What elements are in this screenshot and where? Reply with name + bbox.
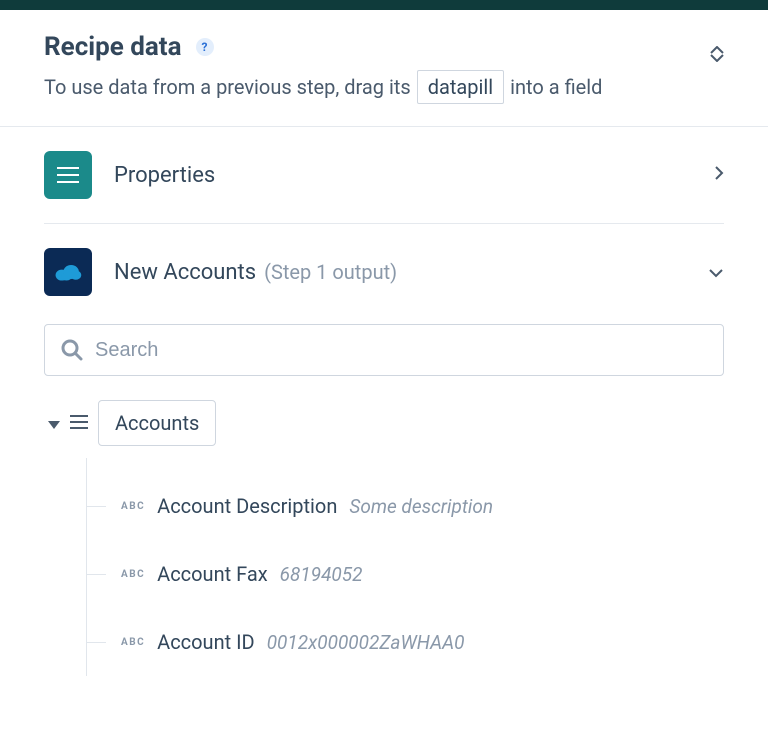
field-value: Some description xyxy=(349,495,493,518)
field-name: Account Description xyxy=(157,494,337,518)
properties-row[interactable]: Properties xyxy=(44,127,724,224)
salesforce-icon xyxy=(44,248,92,296)
tree-caret[interactable] xyxy=(48,414,60,433)
tree-item[interactable]: ABC Account ID 0012x000002ZaWHAA0 xyxy=(87,608,724,676)
new-accounts-row[interactable]: New Accounts (Step 1 output) xyxy=(44,224,724,320)
properties-label: Properties xyxy=(114,163,215,188)
type-badge: ABC xyxy=(121,637,145,648)
chevron-right-icon xyxy=(714,165,724,185)
search-box[interactable] xyxy=(44,324,724,376)
new-accounts-label: New Accounts xyxy=(114,260,256,285)
field-value: 0012x000002ZaWHAA0 xyxy=(267,631,465,654)
tree-item[interactable]: ABC Account Fax 68194052 xyxy=(87,540,724,608)
properties-icon xyxy=(44,151,92,199)
caret-down-icon xyxy=(48,421,60,429)
collapse-toggle[interactable] xyxy=(710,46,724,62)
tree-item[interactable]: ABC Account Description Some description xyxy=(87,472,724,540)
instruction-text-pre: To use data from a previous step, drag i… xyxy=(44,75,411,99)
instruction-text-post: into a field xyxy=(510,75,602,99)
bars-icon xyxy=(57,166,79,184)
page-title: Recipe data xyxy=(44,32,182,62)
chevron-up-icon xyxy=(710,46,724,54)
chevron-down-icon xyxy=(710,54,724,62)
chevron-down-icon xyxy=(708,263,724,282)
type-badge: ABC xyxy=(121,569,145,580)
step-output-note: (Step 1 output) xyxy=(264,260,397,284)
list-icon xyxy=(70,414,88,433)
search-input[interactable] xyxy=(95,339,707,362)
search-icon xyxy=(61,339,83,361)
panel-header: Recipe data ? To use data from a previou… xyxy=(0,10,768,127)
type-badge: ABC xyxy=(121,501,145,512)
app-top-bar xyxy=(0,0,768,10)
help-icon[interactable]: ? xyxy=(196,38,214,56)
datapill-chip: datapill xyxy=(417,70,504,104)
field-name: Account ID xyxy=(157,630,255,654)
field-value: 68194052 xyxy=(280,563,363,586)
data-tree: Accounts ABC Account Description Some de… xyxy=(44,400,724,676)
tree-body: ABC Account Description Some description… xyxy=(86,458,724,676)
field-name: Account Fax xyxy=(157,562,268,586)
accounts-datapill[interactable]: Accounts xyxy=(98,400,216,446)
header-instruction: To use data from a previous step, drag i… xyxy=(44,70,724,104)
